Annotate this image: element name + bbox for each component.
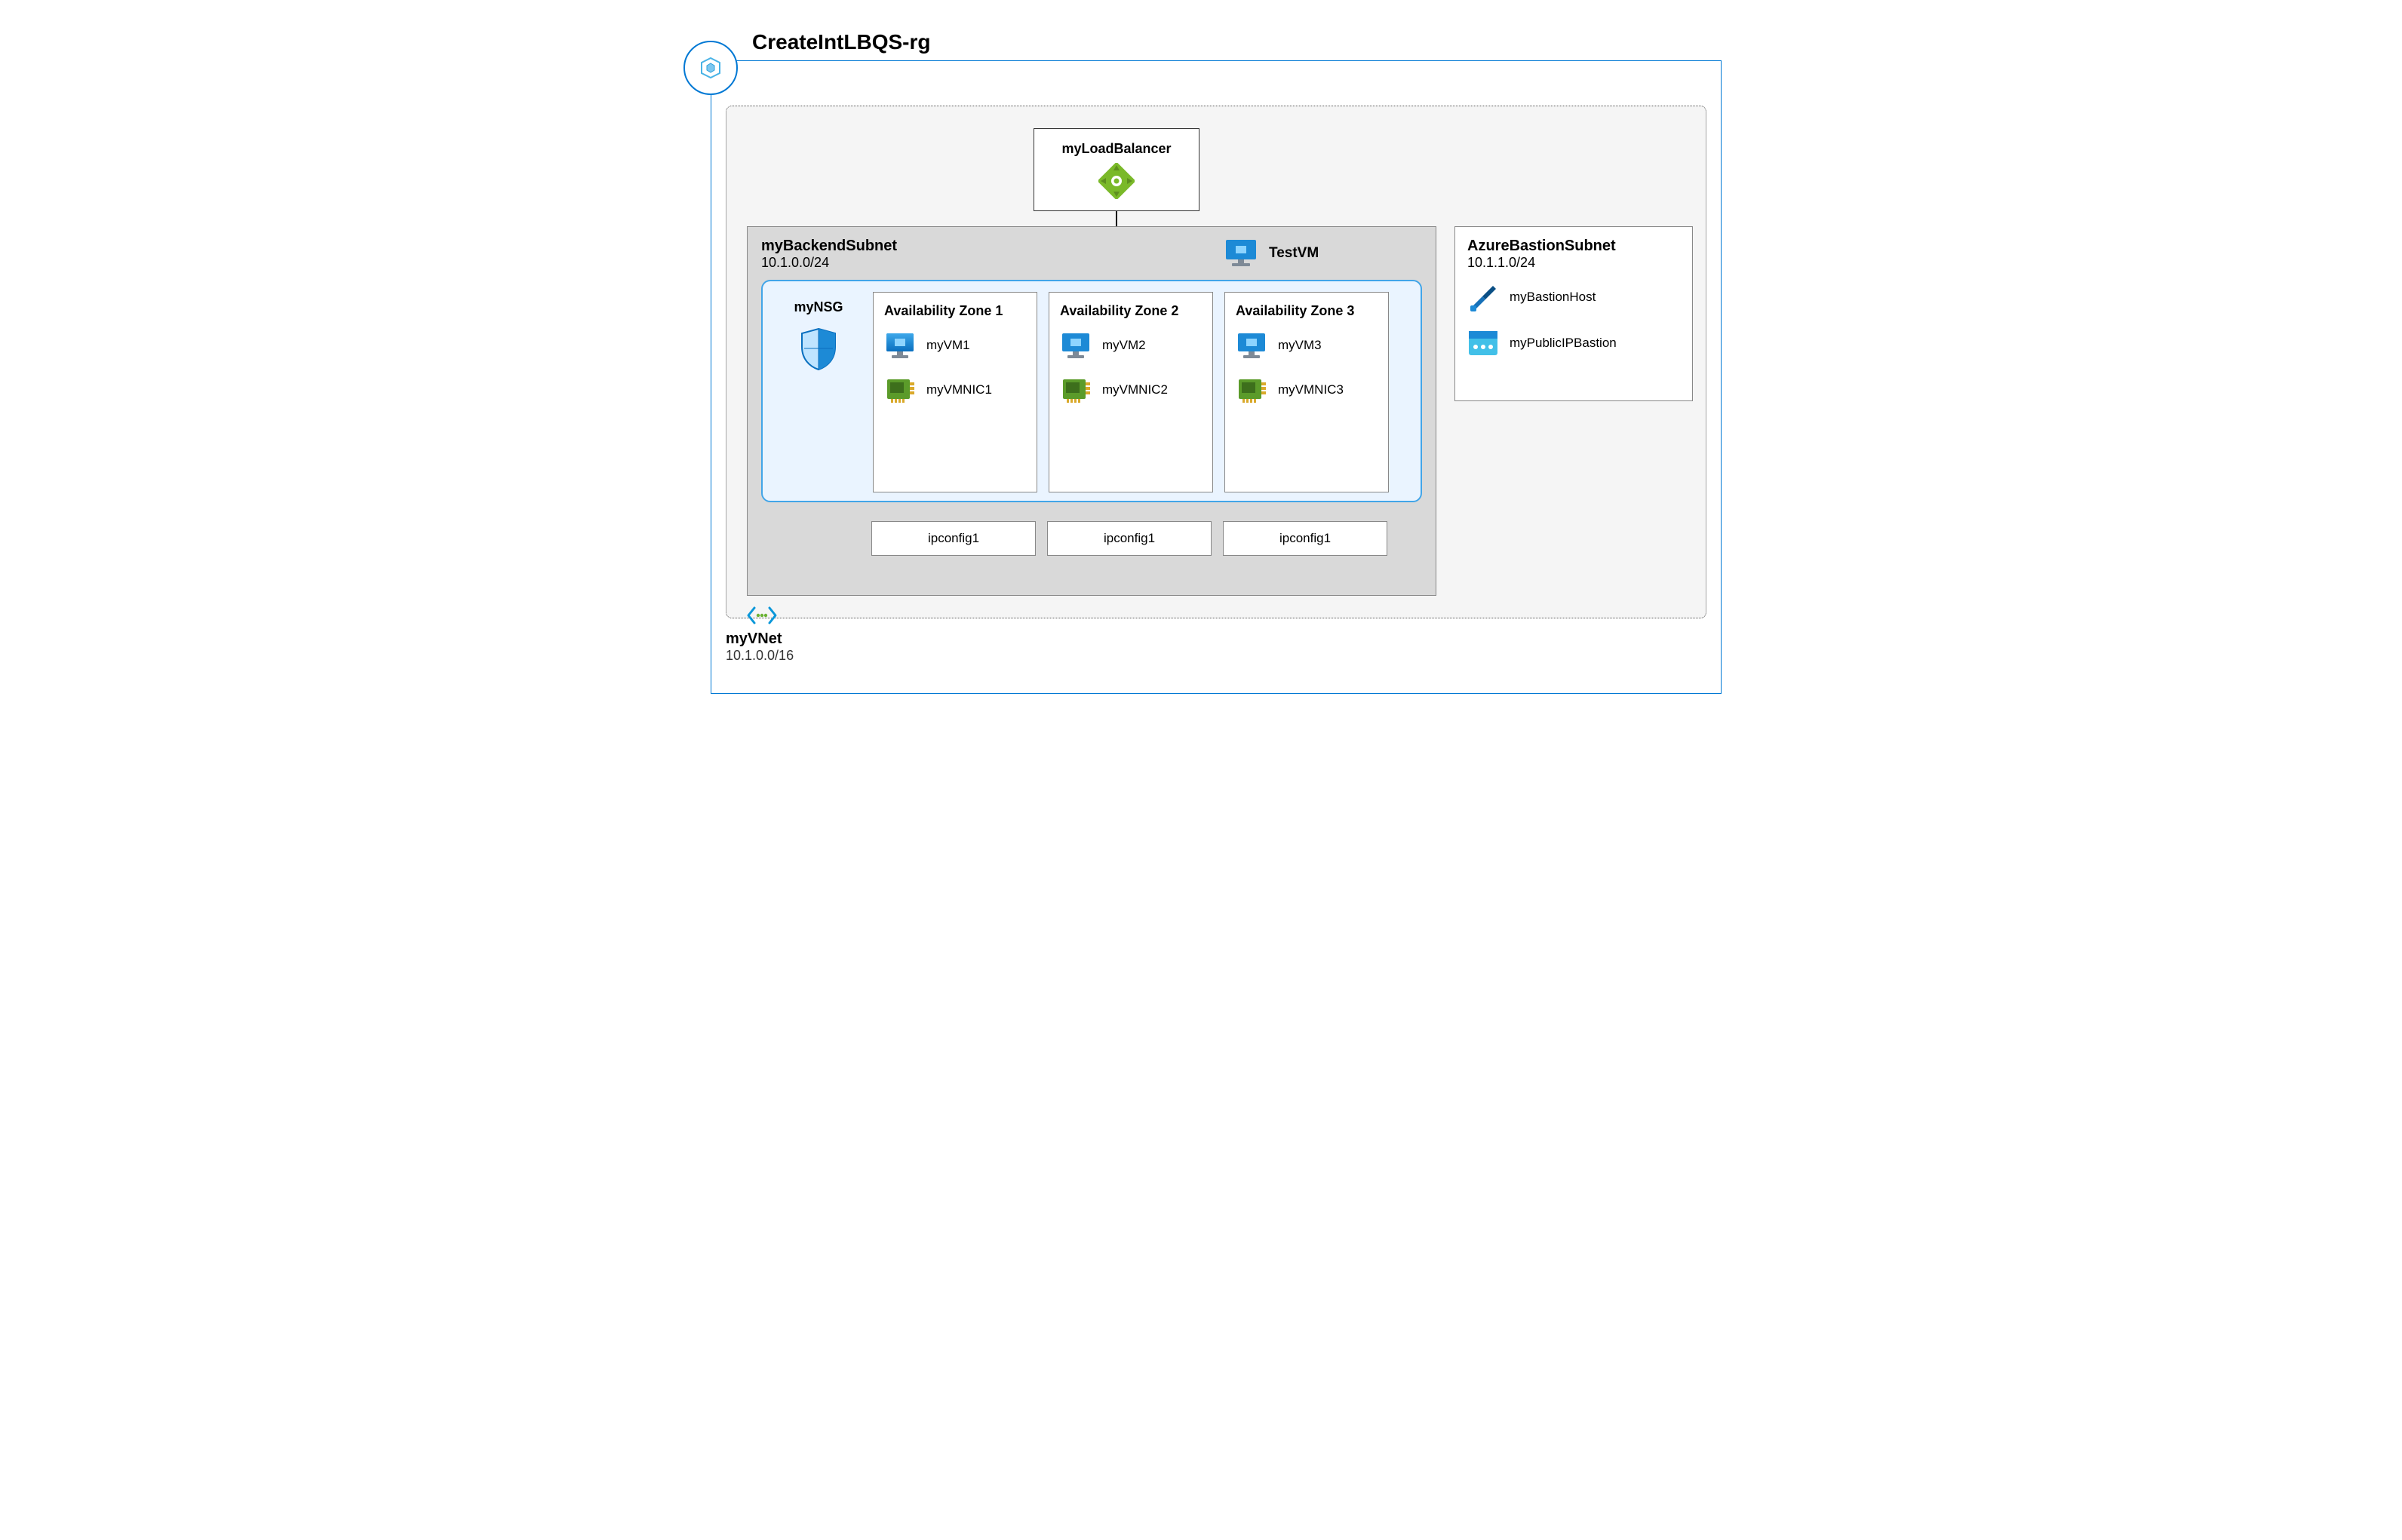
vm-icon xyxy=(1236,331,1267,360)
az2-title: Availability Zone 2 xyxy=(1060,303,1202,319)
public-ip-icon xyxy=(1467,330,1499,357)
availability-zone-2: Availability Zone 2 myVM2 xyxy=(1049,292,1213,492)
az1-nic: myVMNIC1 xyxy=(884,376,1026,403)
az2-vm: myVM2 xyxy=(1060,331,1202,360)
bastion-public-ip-name: myPublicIPBastion xyxy=(1510,336,1617,351)
diagram-canvas: CreateIntLBQS-rg myVNet 10.1.0.0/16 myLo… xyxy=(665,30,1737,709)
vm-icon xyxy=(1224,238,1258,269)
az1-nic-name: myVMNIC1 xyxy=(926,382,992,397)
bastion-host-name: myBastionHost xyxy=(1510,290,1596,305)
az3-vm-name: myVM3 xyxy=(1278,338,1322,353)
nsg-label: myNSG xyxy=(773,299,864,376)
nic-icon xyxy=(1236,376,1267,403)
vnet-name: myVNet xyxy=(726,630,794,648)
az2-vm-name: myVM2 xyxy=(1102,338,1146,353)
load-balancer-box: myLoadBalancer xyxy=(1034,128,1199,211)
ipconfig-box-1: ipconfig1 xyxy=(871,521,1036,556)
nsg-name: myNSG xyxy=(773,299,864,315)
bastion-subnet: AzureBastionSubnet 10.1.1.0/24 myBastion… xyxy=(1454,226,1693,401)
ipconfig-box-2: ipconfig1 xyxy=(1047,521,1212,556)
bastion-public-ip: myPublicIPBastion xyxy=(1467,330,1680,357)
availability-zone-3: Availability Zone 3 myVM3 xyxy=(1224,292,1389,492)
az1-title: Availability Zone 1 xyxy=(884,303,1026,319)
bastion-subnet-name: AzureBastionSubnet xyxy=(1467,238,1680,255)
nsg-container: myNSG Availability Zone 1 xyxy=(761,280,1422,502)
test-vm: TestVM xyxy=(1224,238,1319,269)
az1-vm: myVM1 xyxy=(884,331,1026,360)
load-balancer-icon xyxy=(1098,163,1135,199)
az2-nic-name: myVMNIC2 xyxy=(1102,382,1168,397)
vnet-label: myVNet 10.1.0.0/16 xyxy=(726,630,794,664)
availability-zone-1: Availability Zone 1 myVM1 xyxy=(873,292,1037,492)
test-vm-name: TestVM xyxy=(1269,245,1319,262)
az3-nic: myVMNIC3 xyxy=(1236,376,1378,403)
az3-vm: myVM3 xyxy=(1236,331,1378,360)
backend-subnet-cidr: 10.1.0.0/24 xyxy=(748,255,1436,275)
az3-nic-name: myVMNIC3 xyxy=(1278,382,1344,397)
backend-subnet: myBackendSubnet 10.1.0.0/24 myNSG Availa… xyxy=(747,226,1436,596)
bastion-subnet-cidr: 10.1.1.0/24 xyxy=(1467,255,1680,281)
vnet-cidr: 10.1.0.0/16 xyxy=(726,648,794,664)
load-balancer-name: myLoadBalancer xyxy=(1061,141,1171,157)
vm-icon xyxy=(884,331,916,360)
az1-vm-name: myVM1 xyxy=(926,338,970,353)
shield-icon xyxy=(797,326,840,373)
resource-group-title: CreateIntLBQS-rg xyxy=(752,30,930,54)
az2-nic: myVMNIC2 xyxy=(1060,376,1202,403)
resource-group-icon xyxy=(683,41,738,95)
bastion-icon xyxy=(1467,281,1499,313)
ipconfig-box-3: ipconfig1 xyxy=(1223,521,1387,556)
nic-icon xyxy=(1060,376,1092,403)
vm-icon xyxy=(1060,331,1092,360)
vnet-icon xyxy=(745,605,779,626)
backend-subnet-name: myBackendSubnet xyxy=(748,227,1436,255)
nic-icon xyxy=(884,376,916,403)
az3-title: Availability Zone 3 xyxy=(1236,303,1378,319)
bastion-host: myBastionHost xyxy=(1467,281,1680,313)
